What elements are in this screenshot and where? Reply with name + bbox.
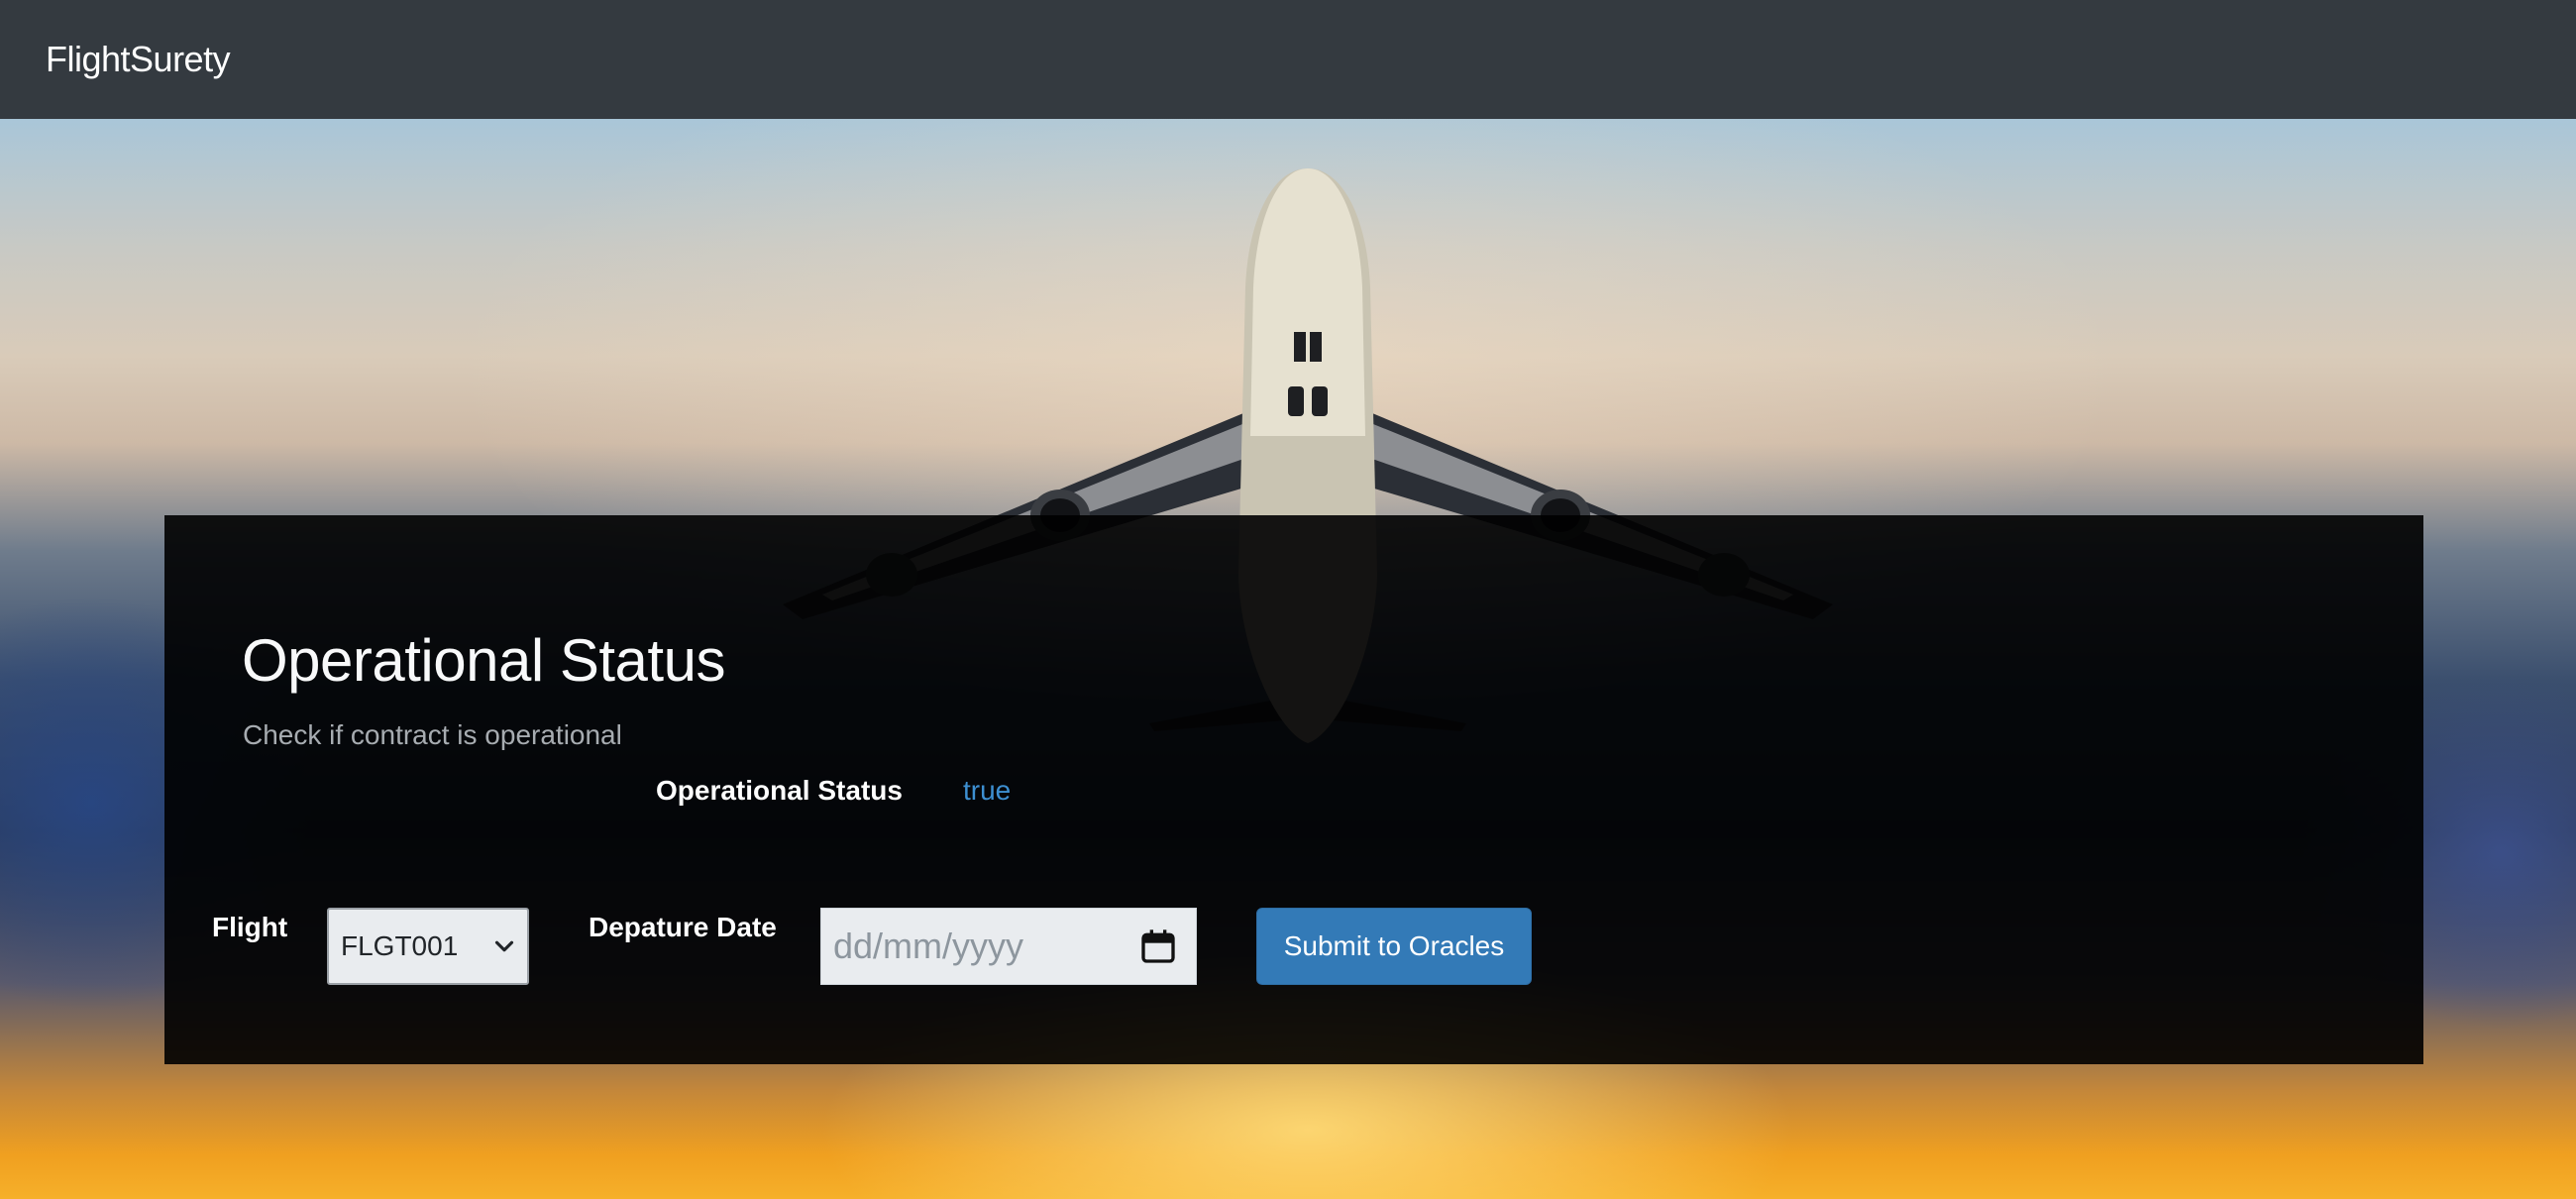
flight-select-value: FLGT001 <box>341 930 459 961</box>
panel-title: Operational Status <box>242 627 725 694</box>
date-placeholder: dd/mm/yyyy <box>833 926 1024 966</box>
departure-date-input[interactable]: dd/mm/yyyy <box>820 908 1197 985</box>
navbar: FlightSurety <box>0 0 2576 119</box>
departure-date-label: Depature Date <box>589 912 777 942</box>
panel-subtitle: Check if contract is operational <box>243 719 622 750</box>
operational-status-value: true <box>963 775 1012 806</box>
flight-select[interactable]: FLGT001 <box>327 908 529 985</box>
operational-status-label: Operational Status <box>656 775 903 806</box>
calendar-icon[interactable] <box>1138 926 1178 966</box>
submit-to-oracles-button[interactable]: Submit to Oracles <box>1256 908 1532 985</box>
status-panel: Operational Status Check if contract is … <box>164 515 2423 1064</box>
flight-label: Flight <box>212 912 288 942</box>
chevron-down-icon <box>494 940 514 952</box>
brand-link[interactable]: FlightSurety <box>46 39 231 80</box>
